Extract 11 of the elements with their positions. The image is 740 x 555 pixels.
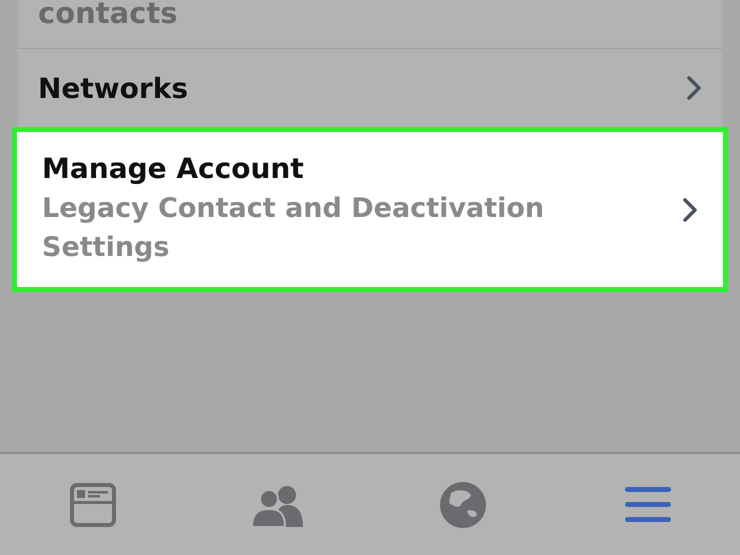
highlighted-settings-row[interactable]: Manage Account Legacy Contact and Deactivation Settings xyxy=(12,127,728,292)
row-title: Networks xyxy=(38,72,188,104)
row-subtitle: Legacy Contact and Deactivation Settings xyxy=(42,192,546,266)
chevron-icon xyxy=(686,75,702,101)
row-title: contacts xyxy=(38,0,178,28)
news-feed-icon xyxy=(70,482,116,526)
settings-row[interactable]: Networks xyxy=(18,49,722,127)
globe-icon xyxy=(438,480,486,528)
chevron-icon xyxy=(682,196,698,223)
menu-icon xyxy=(624,484,672,524)
row-title: Manage Account xyxy=(42,152,305,185)
